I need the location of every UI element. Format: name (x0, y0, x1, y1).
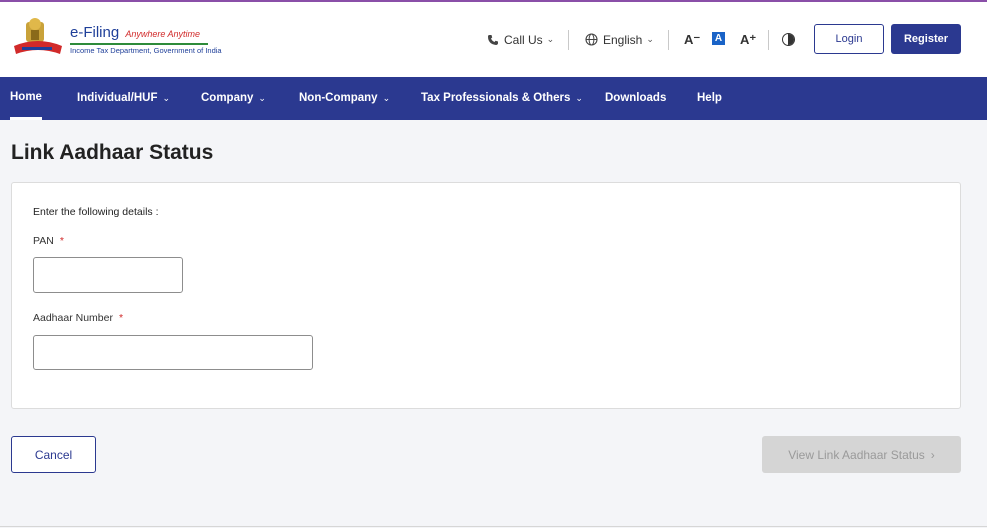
font-default-button[interactable]: A (712, 32, 725, 45)
chevron-down-icon: ⌄ (162, 93, 171, 103)
chevron-down-icon: ⌄ (646, 34, 654, 44)
divider (768, 30, 769, 50)
phone-icon (487, 34, 499, 46)
form-intro-text: Enter the following details : (33, 206, 159, 218)
nav-item-label: Downloads (605, 92, 667, 104)
chevron-down-icon: ⌄ (382, 93, 391, 103)
font-increase-button[interactable]: A⁺ (740, 30, 756, 50)
nav-item-label: Tax Professionals & Others (421, 92, 571, 104)
required-marker: * (59, 235, 64, 247)
page-title: Link Aadhaar Status (11, 141, 214, 164)
aadhaar-number-input[interactable] (33, 335, 313, 370)
chevron-right-icon: › (930, 447, 935, 462)
language-selector[interactable]: English ⌄ (585, 2, 654, 77)
national-emblem-icon (14, 18, 62, 54)
nav-item-individual-huf[interactable]: Individual/HUF ⌄ (77, 77, 170, 120)
nav-item-downloads[interactable]: Downloads (605, 77, 666, 120)
chevron-down-icon: ⌄ (546, 34, 555, 44)
divider (668, 30, 669, 50)
globe-icon (585, 33, 598, 46)
view-status-label: View Link Aadhaar Status (788, 447, 925, 462)
aadhaar-field-label: Aadhaar Number * (33, 312, 124, 324)
contrast-toggle-icon[interactable] (782, 33, 795, 46)
main-nav: Home Individual/HUF ⌄ Company ⌄ Non-Compan… (0, 77, 987, 120)
details-form-card: Enter the following details : PAN * Aadha… (11, 182, 961, 409)
language-label: English (603, 32, 643, 47)
brand-title: e-Filing Anywhere Anytime (70, 24, 201, 41)
cancel-button[interactable]: Cancel (11, 436, 96, 473)
nav-item-label: Help (697, 92, 722, 104)
register-button[interactable]: Register (891, 24, 961, 54)
nav-item-label: Home (10, 91, 42, 103)
brand-tagline: Anywhere Anytime (125, 29, 201, 39)
pan-input[interactable] (33, 257, 183, 293)
nav-item-tax-professionals[interactable]: Tax Professionals & Others ⌄ (421, 77, 583, 120)
view-link-aadhaar-status-button[interactable]: View Link Aadhaar Status › (762, 436, 961, 473)
site-header: e-Filing Anywhere Anytime Income Tax Dep… (0, 2, 987, 77)
chevron-down-icon: ⌄ (258, 93, 266, 103)
call-us-button[interactable]: Call Us ⌄ (487, 2, 554, 77)
login-button[interactable]: Login (814, 24, 884, 54)
nav-item-label: Company (201, 92, 254, 104)
nav-item-label: Non-Company (299, 92, 378, 104)
divider (568, 30, 569, 50)
footer-divider (0, 526, 987, 527)
pan-field-label: PAN * (33, 235, 64, 247)
font-decrease-button[interactable]: A⁻ (684, 30, 700, 50)
nav-item-help[interactable]: Help (697, 77, 722, 120)
nav-item-non-company[interactable]: Non-Company ⌄ (299, 77, 390, 120)
efiling-logo[interactable]: e-Filing Anywhere Anytime Income Tax Dep… (10, 14, 222, 62)
nav-item-company[interactable]: Company ⌄ (201, 77, 266, 120)
brand-subtitle: Income Tax Department, Government of Ind… (70, 46, 222, 55)
nav-item-label: Individual/HUF (77, 92, 158, 104)
required-marker: * (118, 312, 124, 324)
call-us-label: Call Us (504, 32, 543, 47)
nav-item-home[interactable]: Home (10, 77, 42, 120)
brand-underline (70, 43, 208, 45)
chevron-down-icon: ⌄ (575, 93, 583, 103)
